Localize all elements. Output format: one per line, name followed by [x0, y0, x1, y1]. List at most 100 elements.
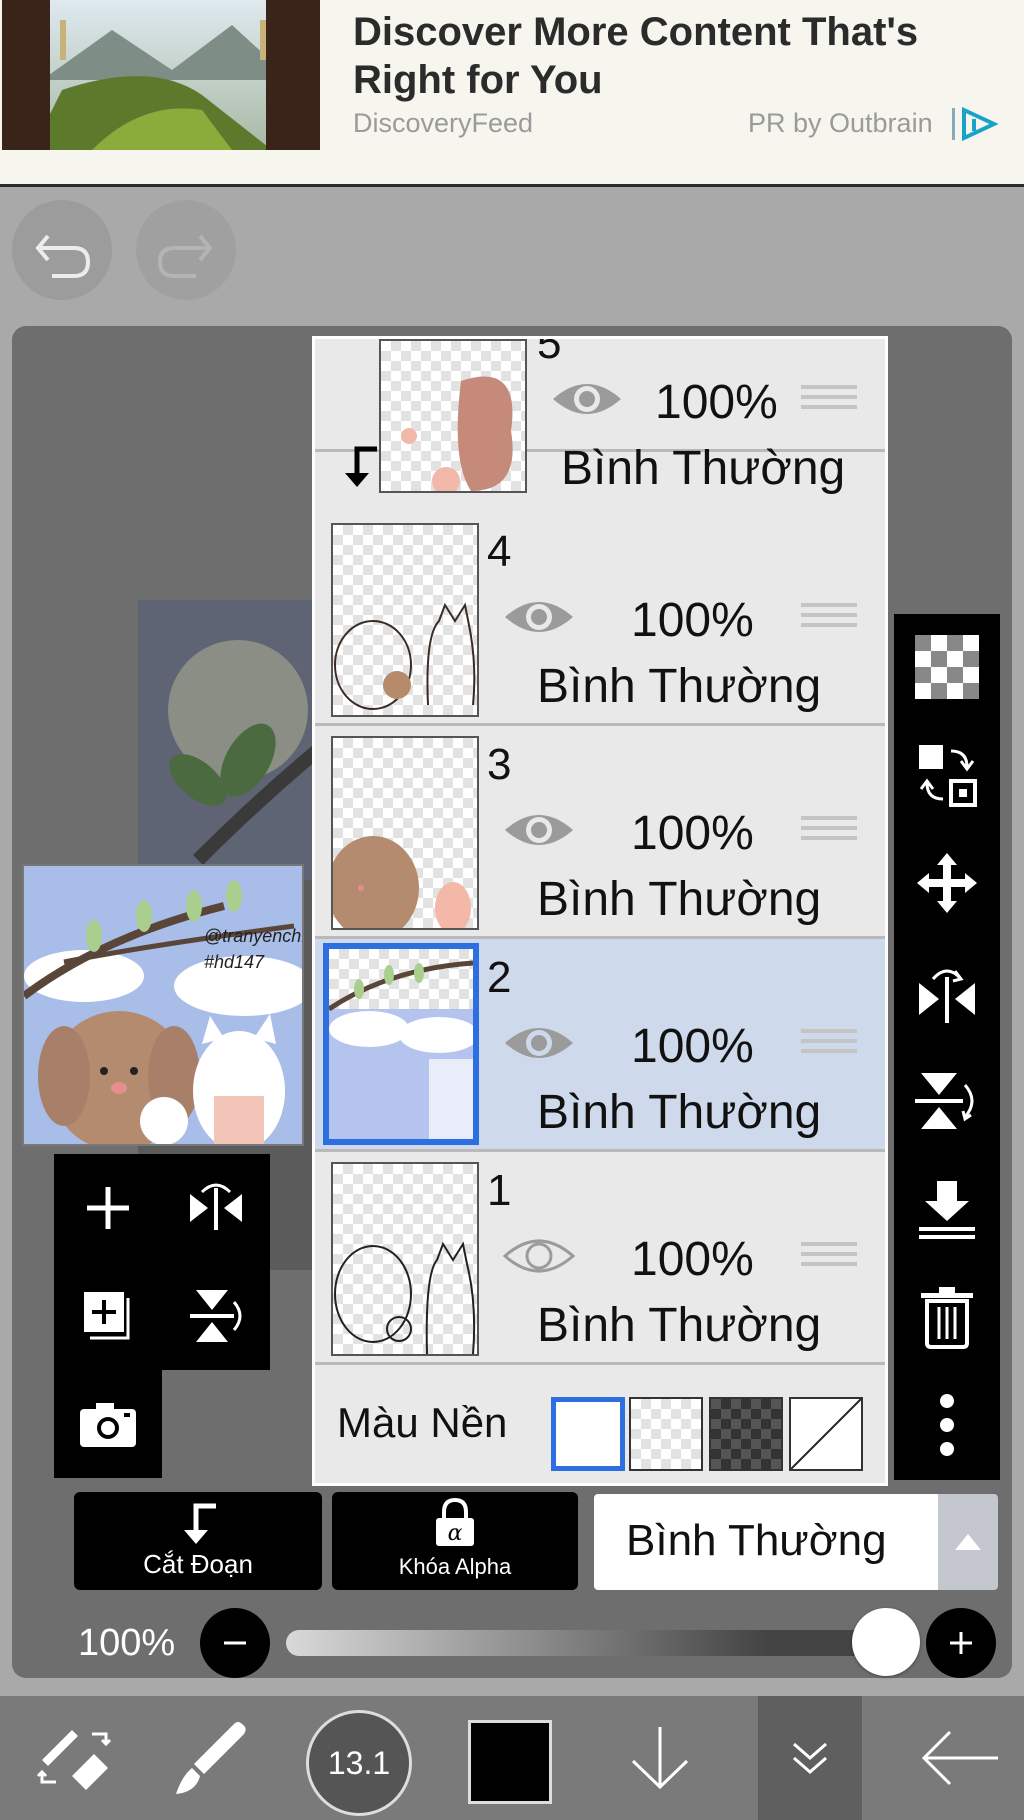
- flip-horizontal-icon: [190, 1183, 242, 1230]
- caret-up-icon: [955, 1534, 981, 1550]
- layer-row[interactable]: 1 100% Bình Thường: [315, 1152, 885, 1365]
- blend-mode-dropdown-button[interactable]: [938, 1494, 998, 1590]
- arrow-left-icon: [921, 1730, 998, 1786]
- layer-row[interactable]: 3 100% Bình Thường: [315, 726, 885, 939]
- lock-icon: α: [436, 1498, 474, 1546]
- drag-handle[interactable]: [801, 810, 857, 856]
- canvas-preview[interactable]: @tranyenchi8 #hd147: [22, 864, 304, 1146]
- bg-none-swatch[interactable]: [789, 1397, 863, 1471]
- layer-row[interactable]: 5 100% Bình Thường: [315, 339, 885, 495]
- merge-down-icon: [919, 1181, 975, 1239]
- alpha-lock-button[interactable]: α Khóa Alpha: [332, 1492, 578, 1590]
- visibility-eye-icon[interactable]: [551, 377, 623, 426]
- undo-button[interactable]: [12, 200, 112, 300]
- plus-icon: [950, 1632, 972, 1654]
- drag-handle[interactable]: [801, 597, 857, 643]
- flip-horizontal-layer-button[interactable]: [894, 940, 1000, 1046]
- layer-opacity: 100%: [631, 807, 754, 860]
- redo-icon: [157, 234, 213, 278]
- drag-handle[interactable]: [801, 379, 857, 425]
- merge-down-button[interactable]: [894, 1156, 1000, 1262]
- layer-blend-mode: Bình Thường: [537, 1086, 822, 1139]
- ad-source[interactable]: DiscoveryFeed: [353, 108, 533, 139]
- clipping-icon: [184, 1503, 216, 1544]
- opacity-slider-knob[interactable]: [852, 1608, 920, 1676]
- duplicate-icon: [84, 1292, 130, 1340]
- add-layer-button[interactable]: [54, 1154, 162, 1262]
- layer-row[interactable]: 4 100% Bình Thường: [315, 513, 885, 726]
- layer-opacity: 100%: [655, 376, 778, 429]
- transparency-button[interactable]: [894, 614, 1000, 720]
- delete-layer-button[interactable]: [894, 1264, 1000, 1370]
- layer-thumbnail: [379, 339, 527, 493]
- layer-blend-mode: Bình Thường: [537, 1299, 822, 1352]
- visibility-eye-icon[interactable]: [503, 1021, 575, 1070]
- visibility-eye-icon[interactable]: [503, 808, 575, 857]
- layer-thumbnail: [323, 943, 479, 1145]
- redo-button[interactable]: [136, 200, 236, 300]
- opacity-slider[interactable]: [286, 1630, 886, 1656]
- bg-white-swatch[interactable]: [551, 1397, 625, 1471]
- layer-action-strip: [894, 614, 1000, 1480]
- ad-image[interactable]: [2, 0, 320, 150]
- ad-credit[interactable]: PR by Outbrain: [748, 108, 933, 139]
- bottom-toolbar: 13.1: [0, 1696, 1024, 1820]
- layer-down-button[interactable]: [596, 1696, 724, 1820]
- pen-eraser-switch-icon: [36, 1730, 112, 1790]
- swap-layer-button[interactable]: [894, 722, 1000, 828]
- checkerboard-icon: [915, 635, 979, 699]
- camera-block: [54, 1370, 162, 1478]
- layer-number: 2: [487, 953, 512, 1002]
- drag-handle[interactable]: [801, 1236, 857, 1282]
- flip-vertical-button[interactable]: [162, 1262, 270, 1370]
- brush-tool-button[interactable]: [146, 1696, 274, 1820]
- opacity-value: 100%: [78, 1622, 176, 1664]
- flip-vertical-layer-button[interactable]: [894, 1048, 1000, 1154]
- tool-switch-button[interactable]: [10, 1696, 138, 1820]
- flip-horizontal-icon: [919, 969, 975, 1023]
- duplicate-layer-button[interactable]: [54, 1262, 162, 1370]
- flip-horizontal-button[interactable]: [162, 1154, 270, 1262]
- layer-opacity: 100%: [631, 1020, 754, 1073]
- visibility-eye-closed-icon[interactable]: [502, 1234, 576, 1283]
- layer-number: 1: [487, 1166, 512, 1215]
- svg-text:α: α: [448, 1521, 463, 1546]
- more-options-button[interactable]: [894, 1372, 1000, 1478]
- preview-hashtag: #hd147: [204, 952, 265, 972]
- layer-opacity: 100%: [631, 594, 754, 647]
- back-button[interactable]: [896, 1696, 1024, 1820]
- opacity-increase-button[interactable]: [926, 1608, 996, 1678]
- camera-button[interactable]: [54, 1370, 162, 1478]
- blend-mode-select[interactable]: Bình Thường: [594, 1494, 938, 1590]
- visibility-eye-icon[interactable]: [503, 595, 575, 644]
- blend-mode-value: Bình Thường: [626, 1516, 887, 1565]
- collapse-panel-button[interactable]: [758, 1696, 862, 1820]
- brush-size-button[interactable]: 13.1: [306, 1710, 412, 1816]
- color-picker-button[interactable]: [468, 1720, 552, 1804]
- outbrain-logo-icon[interactable]: [950, 104, 1000, 144]
- layers-panel[interactable]: 5 100% Bình Thường 4 100% Bình Thường 3 …: [312, 336, 888, 1486]
- undo-icon: [35, 234, 91, 278]
- layer-blend-mode: Bình Thường: [561, 442, 846, 495]
- camera-icon: [80, 1403, 136, 1447]
- opacity-decrease-button[interactable]: [200, 1608, 270, 1678]
- layer-blend-mode: Bình Thường: [537, 660, 822, 713]
- layer-row-selected[interactable]: 2 100% Bình Thường: [315, 939, 885, 1152]
- background-color-label: Màu Nền: [337, 1399, 508, 1446]
- swap-icon: [919, 745, 977, 807]
- layer-number: 3: [487, 740, 512, 789]
- ad-banner[interactable]: Discover More Content That's Right for Y…: [0, 0, 1024, 187]
- flip-vertical-icon: [190, 1290, 242, 1342]
- trash-icon: [921, 1287, 973, 1349]
- bg-transparent-dark-swatch[interactable]: [709, 1397, 783, 1471]
- brush-icon: [176, 1722, 246, 1794]
- arrow-down-icon: [631, 1727, 689, 1790]
- move-icon: [917, 853, 977, 913]
- preview-watermark: @tranyenchi8: [204, 926, 302, 946]
- ad-title[interactable]: Discover More Content That's Right for Y…: [353, 8, 993, 104]
- plus-icon: [87, 1187, 129, 1229]
- move-button[interactable]: [894, 830, 1000, 936]
- clipping-button[interactable]: Cắt Đoạn: [74, 1492, 322, 1590]
- bg-transparent-light-swatch[interactable]: [629, 1397, 703, 1471]
- drag-handle[interactable]: [801, 1023, 857, 1069]
